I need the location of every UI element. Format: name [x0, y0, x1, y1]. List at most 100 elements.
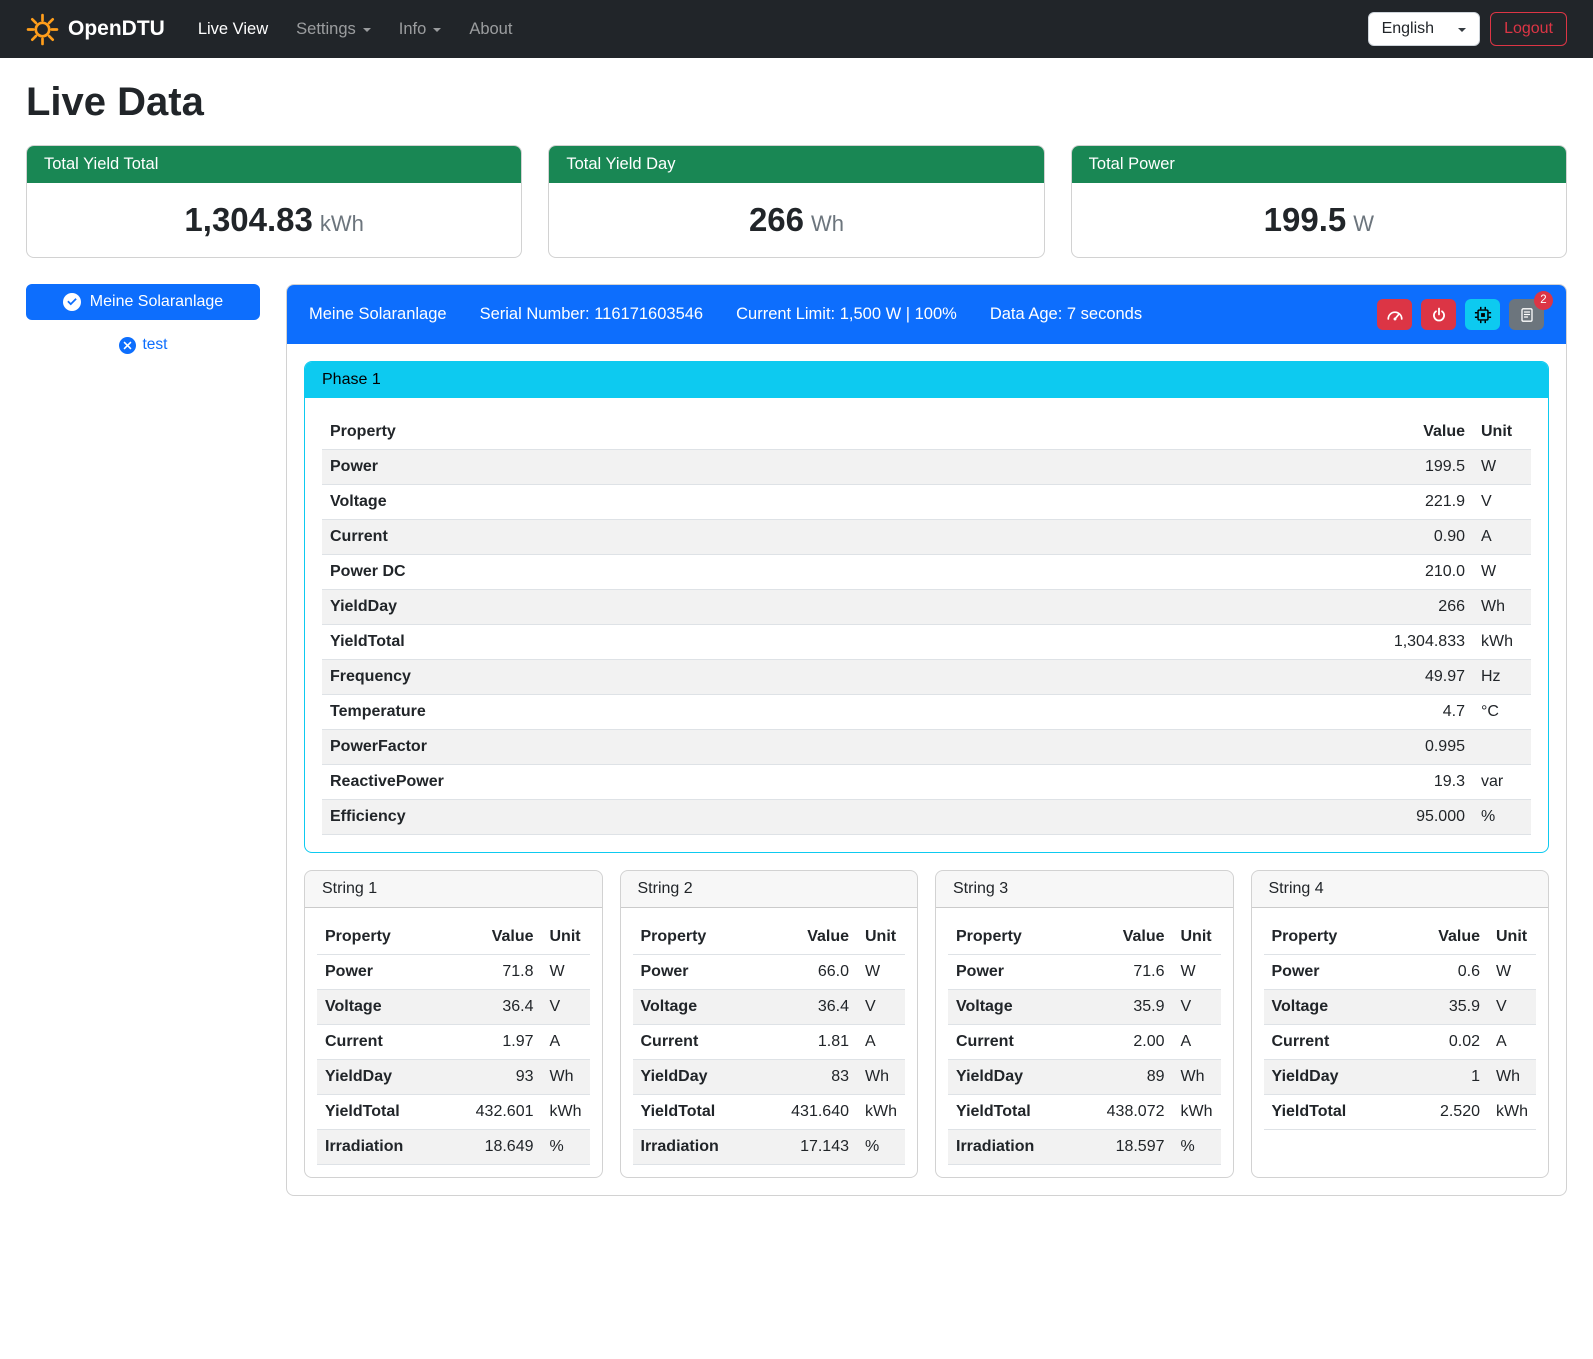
row-unit	[1473, 730, 1531, 765]
card-value-area: 1,304.83 kWh	[27, 183, 521, 257]
card-unit: kWh	[320, 211, 364, 236]
string-table: Property Value Unit Power0.6WVoltage35.9…	[1264, 920, 1537, 1130]
string-card-body: Property Value Unit Power66.0WVoltage36.…	[621, 908, 918, 1177]
row-property: Power	[317, 955, 443, 990]
brand-label: OpenDTU	[68, 17, 165, 41]
row-value: 83	[758, 1060, 857, 1095]
total-yield-day-card: Total Yield Day 266Wh	[548, 145, 1044, 258]
event-log-button[interactable]: 2	[1509, 299, 1544, 330]
row-unit: %	[542, 1130, 590, 1165]
phase-table: Property Value Unit Power199.5WVoltage22…	[322, 415, 1531, 835]
inverter-panel-header: Meine Solaranlage Serial Number: 1161716…	[287, 285, 1566, 344]
logout-button[interactable]: Logout	[1490, 12, 1567, 46]
row-unit: A	[1473, 520, 1531, 555]
table-row: Current1.81A	[633, 1025, 906, 1060]
navbar: OpenDTU Live View Settings Info About En…	[0, 0, 1593, 58]
table-row: YieldTotal2.520kWh	[1264, 1095, 1537, 1130]
limit-settings-button[interactable]	[1377, 299, 1412, 330]
row-unit: Wh	[1488, 1060, 1536, 1095]
language-select-value: English	[1382, 20, 1434, 38]
inverter-actions: 2	[1377, 299, 1544, 330]
inverter-data-age: Data Age: 7 seconds	[990, 305, 1142, 324]
page-title: Live Data	[26, 80, 1567, 125]
inverter-select-button[interactable]: Meine Solaranlage	[26, 284, 260, 320]
string-1-card: String 1 Property Value Unit	[304, 870, 603, 1178]
table-header-row: Property Value Unit	[1264, 920, 1537, 955]
row-unit: kWh	[1488, 1095, 1536, 1130]
row-value: 1	[1401, 1060, 1488, 1095]
row-value: 1.97	[443, 1025, 542, 1060]
card-value: 1,304.83	[184, 201, 312, 238]
table-row: YieldTotal431.640kWh	[633, 1095, 906, 1130]
table-row: Irradiation18.649%	[317, 1130, 590, 1165]
check-circle-icon	[63, 293, 81, 311]
phase-card: Phase 1 Property Value Unit Power199.5WV…	[304, 361, 1549, 853]
row-property: Frequency	[322, 660, 1011, 695]
inverter-panel-body: Phase 1 Property Value Unit Power199.5WV…	[287, 344, 1566, 1195]
string-card-title: String 4	[1252, 871, 1549, 908]
table-row: Temperature4.7°C	[322, 695, 1531, 730]
row-value: 0.995	[1011, 730, 1473, 765]
event-count-badge: 2	[1534, 291, 1553, 310]
row-unit: Wh	[1173, 1060, 1221, 1095]
column-header-value: Value	[443, 920, 542, 955]
brand[interactable]: OpenDTU	[26, 13, 165, 46]
row-value: 210.0	[1011, 555, 1473, 590]
nav-item-info[interactable]: Info	[386, 12, 455, 47]
column-header-property: Property	[317, 920, 443, 955]
nav-item-settings[interactable]: Settings	[283, 12, 384, 47]
row-unit: Wh	[857, 1060, 905, 1095]
inverter-test-button[interactable]: test	[26, 335, 260, 355]
row-unit: A	[542, 1025, 590, 1060]
string-card-body: Property Value Unit Power71.6WVoltage35.…	[936, 908, 1233, 1177]
row-value: 2.520	[1401, 1095, 1488, 1130]
card-title: Total Power	[1072, 146, 1566, 183]
card-value-area: 199.5W	[1072, 183, 1566, 257]
row-property: YieldTotal	[1264, 1095, 1401, 1130]
row-property: YieldDay	[322, 590, 1011, 625]
language-select[interactable]: English	[1368, 12, 1480, 46]
column-header-value: Value	[758, 920, 857, 955]
row-value: 432.601	[443, 1095, 542, 1130]
row-unit: W	[1173, 955, 1221, 990]
row-property: Power	[322, 450, 1011, 485]
nav-item-about[interactable]: About	[456, 12, 525, 47]
power-button[interactable]	[1421, 299, 1456, 330]
page-content: Live Data Total Yield Total 1,304.83kWh …	[0, 58, 1593, 1222]
column-header-value: Value	[1074, 920, 1173, 955]
chevron-down-icon	[433, 28, 441, 32]
inverter-sidebar: Meine Solaranlage test	[26, 284, 260, 355]
row-value: 0.02	[1401, 1025, 1488, 1060]
row-property: Voltage	[1264, 990, 1401, 1025]
row-value: 89	[1074, 1060, 1173, 1095]
table-row: YieldDay1Wh	[1264, 1060, 1537, 1095]
phase-card-body: Property Value Unit Power199.5WVoltage22…	[305, 398, 1548, 852]
column-header-unit: Unit	[542, 920, 590, 955]
table-row: YieldTotal432.601kWh	[317, 1095, 590, 1130]
nav-item-live-view[interactable]: Live View	[185, 12, 281, 47]
column-header-property: Property	[322, 415, 1011, 450]
row-unit: A	[857, 1025, 905, 1060]
table-row: Power199.5W	[322, 450, 1531, 485]
string-2-card: String 2 Property Value Unit	[620, 870, 919, 1178]
summary-cards-row: Total Yield Total 1,304.83kWh Total Yiel…	[26, 145, 1567, 258]
inverter-panel: Meine Solaranlage Serial Number: 1161716…	[286, 284, 1567, 1196]
navbar-right: English Logout	[1368, 12, 1567, 46]
device-info-button[interactable]	[1465, 299, 1500, 330]
row-value: 199.5	[1011, 450, 1473, 485]
table-row: Power66.0W	[633, 955, 906, 990]
row-property: Current	[1264, 1025, 1401, 1060]
strings-row: String 1 Property Value Unit	[304, 870, 1549, 1178]
table-row: Voltage35.9V	[948, 990, 1221, 1025]
row-property: Voltage	[948, 990, 1074, 1025]
row-value: 4.7	[1011, 695, 1473, 730]
row-property: Current	[317, 1025, 443, 1060]
column-header-property: Property	[948, 920, 1074, 955]
row-value: 266	[1011, 590, 1473, 625]
total-power-card: Total Power 199.5W	[1071, 145, 1567, 258]
row-property: Current	[948, 1025, 1074, 1060]
row-unit: %	[1473, 800, 1531, 835]
column-header-unit: Unit	[857, 920, 905, 955]
table-row: PowerFactor0.995	[322, 730, 1531, 765]
table-row: Voltage36.4V	[317, 990, 590, 1025]
